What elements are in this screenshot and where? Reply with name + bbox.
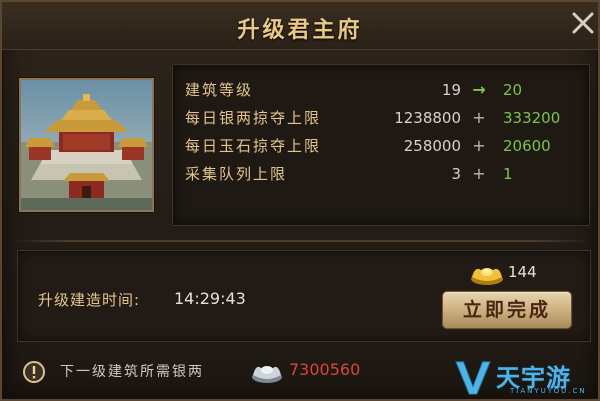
stat-current-value: 3	[451, 165, 461, 183]
palace-building-image	[21, 80, 152, 210]
upgrade-dialog: 升级君主府 建筑等级 19 → 20 每日银两掠夺上限 1238800 + 33…	[0, 0, 600, 401]
stat-next-value: 1	[503, 165, 513, 183]
stat-current-value: 258000	[403, 137, 461, 155]
stat-next-value: 333200	[503, 109, 561, 127]
title-bar: 升级君主府	[2, 2, 598, 50]
stat-row-jade-plunder: 每日玉石掠夺上限 258000 + 20600	[173, 133, 591, 159]
gold-ingot-icon	[471, 268, 503, 285]
dialog-title: 升级君主府	[237, 17, 363, 43]
gold-cost-value: 144	[508, 263, 537, 281]
finish-now-button[interactable]: 立即完成	[442, 291, 572, 329]
watermark-v-logo-icon	[455, 361, 491, 395]
stat-label: 每日玉石掠夺上限	[185, 137, 322, 155]
close-icon	[572, 12, 594, 34]
stat-next-value: 20	[503, 81, 523, 99]
watermark-subtext: TIANYUYOU.CN	[510, 387, 587, 395]
building-image-frame	[19, 78, 154, 212]
watermark-logo: 天宇游 TIANYUYOU.CN	[450, 354, 598, 400]
close-button[interactable]	[568, 8, 598, 38]
next-level-cost-label: 下一级建筑所需银两	[60, 364, 204, 380]
section-divider	[12, 240, 590, 242]
plus-icon: +	[472, 108, 486, 127]
arrow-right-icon: →	[472, 80, 486, 99]
upgrade-action-panel: 升级建造时间: 14:29:43 144 立即完成	[17, 250, 591, 342]
stat-row-silver-plunder: 每日银两掠夺上限 1238800 + 333200	[173, 105, 591, 131]
stat-label: 每日银两掠夺上限	[185, 109, 322, 127]
finish-now-label: 立即完成	[462, 299, 551, 321]
plus-icon: +	[472, 136, 486, 155]
stat-current-value: 19	[441, 81, 461, 99]
next-level-cost-value: 7300560	[289, 360, 361, 379]
stat-row-building-level: 建筑等级 19 → 20	[173, 77, 591, 103]
upgrade-stats-panel: 建筑等级 19 → 20 每日银两掠夺上限 1238800 + 333200 每…	[172, 64, 590, 226]
stat-label: 建筑等级	[185, 81, 254, 99]
silver-ingot-icon	[252, 366, 282, 383]
exclamation-icon	[23, 361, 45, 383]
plus-icon: +	[472, 164, 486, 183]
build-time-label: 升级建造时间:	[38, 291, 141, 309]
stat-row-gather-queue: 采集队列上限 3 + 1	[173, 161, 591, 187]
stat-label: 采集队列上限	[185, 165, 288, 183]
build-time-value: 14:29:43	[174, 289, 246, 308]
stat-next-value: 20600	[503, 137, 551, 155]
stat-current-value: 1238800	[394, 109, 461, 127]
